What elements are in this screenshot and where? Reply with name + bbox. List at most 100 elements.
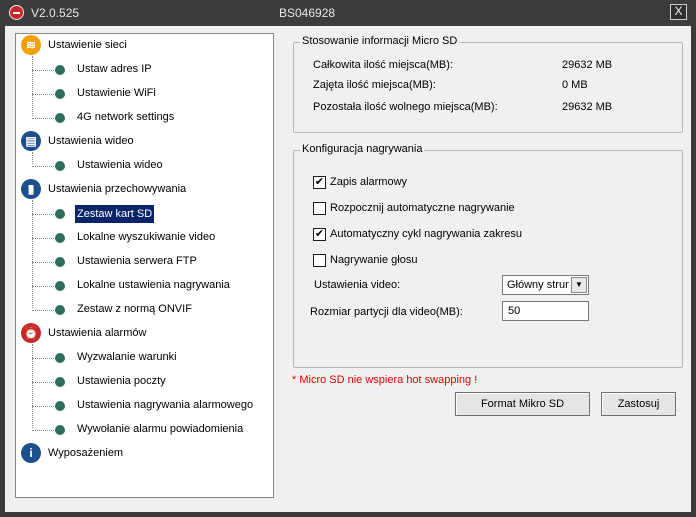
recording-config-title: Konfiguracja nagrywania (300, 143, 425, 155)
tree-category[interactable]: ≋ Ustawienie sieci (16, 35, 271, 57)
tree-connector (32, 286, 54, 287)
apply-button[interactable]: Zastosuj (601, 392, 676, 416)
tree-connector (32, 118, 54, 119)
film-icon: ▤ (21, 131, 41, 151)
wifi-icon: ≋ (21, 35, 41, 55)
tree-item[interactable]: Ustawienia serwera FTP (16, 251, 271, 273)
tree-item-label: Lokalne wyszukiwanie video (77, 231, 216, 243)
tree-category-label: Wyposażeniem (48, 447, 124, 459)
tree-item[interactable]: 4G network settings (16, 107, 271, 129)
tree-item-label: Ustaw adres IP (77, 63, 152, 75)
tree-category[interactable]: ▤ Ustawienia wideo (16, 131, 271, 153)
bullet-icon (55, 233, 65, 243)
video-stream-select[interactable]: Główny strumień ▼ (502, 275, 589, 295)
hot-swap-warning: * Micro SD nie wspiera hot swapping ! (292, 374, 478, 386)
audio-recording-checkbox[interactable] (313, 254, 326, 267)
tree-item-label: Ustawienie WiFi (77, 87, 156, 99)
tree-connector (32, 262, 54, 263)
tree-category[interactable]: i Wyposażeniem (16, 443, 271, 465)
tree-item[interactable]: Wyzwalanie warunki (16, 347, 271, 369)
tree-item-label: Ustawienia serwera FTP (77, 255, 197, 267)
tree-category-label: Ustawienie sieci (48, 39, 127, 51)
bullet-icon (55, 257, 65, 267)
alarm-recording-label: Zapis alarmowy (330, 176, 408, 188)
tree-item-label-selected: Zestaw kart SD (75, 205, 155, 223)
partition-size-input[interactable]: 50 (502, 301, 589, 321)
tree-category[interactable]: ⏰ Ustawienia alarmów (16, 323, 271, 345)
bullet-icon (55, 65, 65, 75)
tree-item[interactable]: Wywołanie alarmu powiadomienia (16, 419, 271, 441)
tree-item[interactable]: Ustawienia poczty (16, 371, 271, 393)
tree-category-label: Ustawienia przechowywania (48, 183, 187, 195)
bullet-icon (55, 161, 65, 171)
tree-item-label: Lokalne ustawienia nagrywania (77, 279, 230, 291)
device-serial: BS046928 (279, 6, 336, 20)
tree-item-label: Zestaw z normą ONVIF (77, 303, 192, 315)
tree-connector (32, 382, 54, 383)
bullet-icon (55, 113, 65, 123)
recording-config-group: Konfiguracja nagrywania ✔ Zapis alarmowy… (293, 143, 683, 368)
close-button[interactable]: X (670, 4, 687, 20)
tree-item[interactable]: Ustawienia nagrywania alarmowego (16, 395, 271, 417)
settings-tree: ≋ Ustawienie sieci Ustaw adres IP Ustawieni… (15, 33, 274, 498)
tree-item-label: Ustawienia wideo (77, 159, 163, 171)
bullet-icon (55, 89, 65, 99)
used-space-label: Zajęta ilość miejsca(MB): (313, 79, 436, 91)
tree-connector (32, 238, 54, 239)
tree-item[interactable]: Ustawienie WiFi (16, 83, 271, 105)
chevron-down-icon[interactable]: ▼ (571, 277, 587, 293)
partition-size-label: Rozmiar partycji dla video(MB): (310, 306, 463, 318)
tree-category-label: Ustawienia wideo (48, 135, 134, 147)
tree-connector (32, 358, 54, 359)
app-version: V2.0.525 (31, 6, 80, 20)
info-icon: i (21, 443, 41, 463)
tree-connector (32, 94, 54, 95)
alarm-clock-icon: ⏰ (21, 323, 41, 343)
tree-connector (32, 70, 54, 71)
tree-item[interactable]: Ustaw adres IP (16, 59, 271, 81)
storage-icon: ▮ (21, 179, 41, 199)
tree-item-label: Wyzwalanie warunki (77, 351, 177, 363)
loop-recording-label: Automatyczny cykl nagrywania zakresu (330, 228, 522, 240)
free-space-value: 29632 MB (562, 101, 613, 113)
bullet-icon (55, 377, 65, 387)
tree-connector (32, 310, 54, 311)
sd-info-title: Stosowanie informacji Micro SD (300, 35, 460, 47)
tree-connector (32, 166, 54, 167)
format-sd-button[interactable]: Format Mikro SD (455, 392, 590, 416)
tree-item[interactable]: Lokalne wyszukiwanie video (16, 227, 271, 249)
free-space-label: Pozostała ilość wolnego miejsca(MB): (313, 101, 498, 113)
tree-item[interactable]: Zestaw z normą ONVIF (16, 299, 271, 321)
sd-info-group: Stosowanie informacji Micro SD Całkowita… (293, 35, 683, 133)
bullet-icon (55, 305, 65, 315)
tree-item[interactable]: Zestaw kart SD (16, 203, 271, 225)
tree-item-label: 4G network settings (77, 111, 175, 123)
app-icon (9, 5, 24, 20)
used-space-value: 0 MB (562, 79, 588, 91)
title-bar: V2.0.525 BS046928 X (0, 0, 696, 26)
auto-recording-checkbox[interactable] (313, 202, 326, 215)
bullet-icon (55, 401, 65, 411)
loop-recording-checkbox[interactable]: ✔ (313, 228, 326, 241)
tree-connector (32, 214, 54, 215)
bullet-icon (55, 425, 65, 435)
tree-item-label: Ustawienia poczty (77, 375, 166, 387)
alarm-recording-checkbox[interactable]: ✔ (313, 176, 326, 189)
total-space-label: Całkowita ilość miejsca(MB): (313, 59, 453, 71)
tree-category-label: Ustawienia alarmów (48, 327, 147, 339)
tree-item-label: Wywołanie alarmu powiadomienia (77, 423, 244, 435)
tree-connector (32, 430, 54, 431)
tree-connector (32, 406, 54, 407)
audio-recording-label: Nagrywanie głosu (330, 254, 418, 266)
auto-recording-label: Rozpocznij automatyczne nagrywanie (330, 202, 515, 214)
bullet-icon (55, 353, 65, 363)
video-setting-label: Ustawienia video: (314, 279, 401, 291)
video-stream-value: Główny strumień (507, 279, 569, 291)
tree-item[interactable]: Ustawienia wideo (16, 155, 271, 177)
total-space-value: 29632 MB (562, 59, 613, 71)
bullet-icon (55, 281, 65, 291)
tree-item-label: Ustawienia nagrywania alarmowego (77, 399, 254, 411)
tree-category[interactable]: ▮ Ustawienia przechowywania (16, 179, 271, 201)
bullet-icon (55, 209, 65, 219)
tree-item[interactable]: Lokalne ustawienia nagrywania (16, 275, 271, 297)
